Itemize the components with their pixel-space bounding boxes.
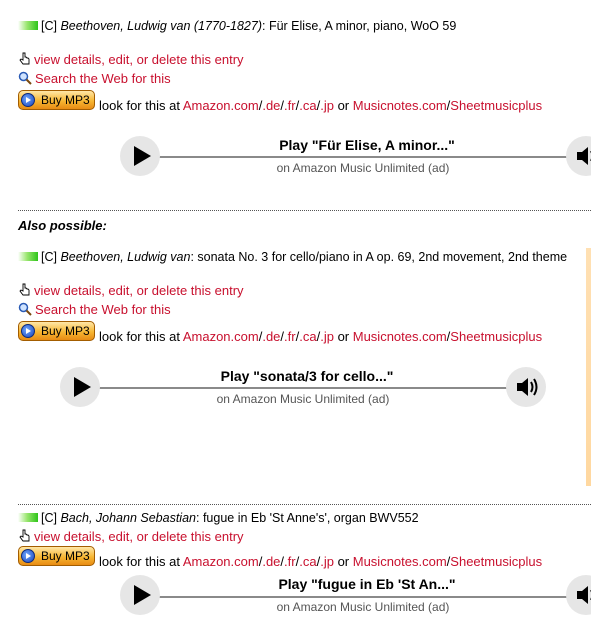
entry-2-title: [C] Beethoven, Ludwig van: sonata No. 3 … bbox=[18, 250, 567, 264]
amazon-com-link[interactable]: Amazon.com bbox=[183, 98, 259, 113]
amazon-jp-link[interactable]: .jp bbox=[320, 554, 334, 569]
amazon-fr-link[interactable]: .fr bbox=[284, 98, 296, 113]
hand-pointer-icon bbox=[19, 283, 30, 296]
entry-tag: [C] bbox=[41, 511, 57, 525]
entry-1-title: [C] Beethoven, Ludwig van (1770-1827): F… bbox=[18, 19, 456, 33]
entry-2-search-row: Search the Web for this bbox=[18, 302, 171, 317]
entry-composer: Bach, Johann Sebastian bbox=[60, 511, 196, 525]
volume-button[interactable] bbox=[566, 136, 591, 176]
separator bbox=[18, 504, 591, 505]
amazon-de-link[interactable]: .de bbox=[262, 554, 280, 569]
view-details-link[interactable]: view details, edit, or delete this entry bbox=[34, 52, 244, 67]
amazon-ca-link[interactable]: .ca bbox=[299, 554, 316, 569]
entry-3-title: [C] Bach, Johann Sebastian: fugue in Eb … bbox=[18, 511, 419, 525]
entry-work: : Für Elise, A minor, piano, WoO 59 bbox=[262, 19, 457, 33]
sheetmusicplus-link[interactable]: Sheetmusicplus bbox=[450, 98, 542, 113]
relevance-bar-icon bbox=[18, 21, 38, 30]
player-subtitle: on Amazon Music Unlimited (ad) bbox=[216, 392, 390, 406]
also-possible-heading: Also possible: bbox=[18, 218, 107, 233]
buy-mp3-button[interactable]: Buy MP3 bbox=[18, 90, 95, 110]
entry-3-store-links: look for this at Amazon.com/.de/.fr/.ca/… bbox=[99, 554, 542, 569]
player-subtitle: on Amazon Music Unlimited (ad) bbox=[276, 161, 450, 175]
volume-button[interactable] bbox=[566, 575, 591, 615]
buy-mp3-disc-icon bbox=[21, 549, 35, 563]
amazon-ca-link[interactable]: .ca bbox=[299, 329, 316, 344]
play-button[interactable] bbox=[60, 367, 100, 407]
musicnotes-link[interactable]: Musicnotes.com bbox=[353, 554, 447, 569]
relevance-bar-icon bbox=[18, 252, 38, 261]
buy-mp3-button[interactable]: Buy MP3 bbox=[18, 321, 95, 341]
amazon-de-link[interactable]: .de bbox=[262, 329, 280, 344]
entry-composer: Beethoven, Ludwig van bbox=[60, 250, 191, 264]
view-details-link[interactable]: view details, edit, or delete this entry bbox=[34, 529, 244, 544]
magnifier-icon bbox=[18, 71, 32, 85]
volume-button[interactable] bbox=[506, 367, 546, 407]
side-accent bbox=[586, 248, 591, 486]
or-text: or bbox=[337, 554, 350, 569]
relevance-bar-icon bbox=[18, 513, 38, 522]
amazon-de-link[interactable]: .de bbox=[262, 98, 280, 113]
entry-3-details-row: view details, edit, or delete this entry bbox=[18, 529, 244, 544]
entry-1-search-row: Search the Web for this bbox=[18, 71, 171, 86]
player-subtitle: on Amazon Music Unlimited (ad) bbox=[276, 600, 450, 614]
entry-tag: [C] bbox=[41, 19, 57, 33]
look-text: look for this at bbox=[99, 554, 180, 569]
sheetmusicplus-link[interactable]: Sheetmusicplus bbox=[450, 329, 542, 344]
player-track bbox=[150, 596, 570, 598]
player-track bbox=[90, 387, 520, 389]
search-web-link[interactable]: Search the Web for this bbox=[35, 302, 171, 317]
buy-mp3-button[interactable]: Buy MP3 bbox=[18, 546, 95, 566]
entry-2-store-links: look for this at Amazon.com/.de/.fr/.ca/… bbox=[99, 329, 542, 344]
look-text: look for this at bbox=[99, 329, 180, 344]
buy-mp3-label: Buy MP3 bbox=[41, 93, 90, 107]
separator bbox=[18, 210, 591, 211]
entry-work: : sonata No. 3 for cello/piano in A op. … bbox=[190, 250, 568, 264]
entry-1-details-row: view details, edit, or delete this entry bbox=[18, 52, 244, 67]
hand-pointer-icon bbox=[19, 529, 30, 542]
sheetmusicplus-link[interactable]: Sheetmusicplus bbox=[450, 554, 542, 569]
play-button[interactable] bbox=[120, 575, 160, 615]
magnifier-icon bbox=[18, 302, 32, 316]
hand-pointer-icon bbox=[19, 52, 30, 65]
amazon-jp-link[interactable]: .jp bbox=[320, 98, 334, 113]
entry-2-details-row: view details, edit, or delete this entry bbox=[18, 283, 244, 298]
or-text: or bbox=[337, 98, 350, 113]
speaker-icon bbox=[517, 378, 538, 396]
amazon-ca-link[interactable]: .ca bbox=[299, 98, 316, 113]
buy-mp3-disc-icon bbox=[21, 93, 35, 107]
player-title: Play "fugue in Eb 'St An..." bbox=[258, 576, 476, 592]
player-title: Play "sonata/3 for cello..." bbox=[198, 368, 416, 384]
amazon-com-link[interactable]: Amazon.com bbox=[183, 329, 259, 344]
buy-mp3-label: Buy MP3 bbox=[41, 549, 90, 563]
entry-tag: [C] bbox=[41, 250, 57, 264]
or-text: or bbox=[337, 329, 350, 344]
player-title: Play "Für Elise, A minor..." bbox=[258, 137, 476, 153]
buy-mp3-disc-icon bbox=[21, 324, 35, 338]
play-button[interactable] bbox=[120, 136, 160, 176]
amazon-fr-link[interactable]: .fr bbox=[284, 329, 296, 344]
amazon-fr-link[interactable]: .fr bbox=[284, 554, 296, 569]
view-details-link[interactable]: view details, edit, or delete this entry bbox=[34, 283, 244, 298]
buy-mp3-label: Buy MP3 bbox=[41, 324, 90, 338]
look-text: look for this at bbox=[99, 98, 180, 113]
speaker-icon bbox=[577, 586, 591, 604]
amazon-com-link[interactable]: Amazon.com bbox=[183, 554, 259, 569]
entry-work: : fugue in Eb 'St Anne's', organ BWV552 bbox=[196, 511, 419, 525]
search-web-link[interactable]: Search the Web for this bbox=[35, 71, 171, 86]
musicnotes-link[interactable]: Musicnotes.com bbox=[353, 329, 447, 344]
speaker-icon bbox=[577, 147, 591, 165]
entry-composer: Beethoven, Ludwig van (1770-1827) bbox=[60, 19, 263, 33]
musicnotes-link[interactable]: Musicnotes.com bbox=[353, 98, 447, 113]
amazon-jp-link[interactable]: .jp bbox=[320, 329, 334, 344]
player-track bbox=[150, 156, 570, 158]
entry-1-store-links: look for this at Amazon.com/.de/.fr/.ca/… bbox=[99, 98, 542, 113]
